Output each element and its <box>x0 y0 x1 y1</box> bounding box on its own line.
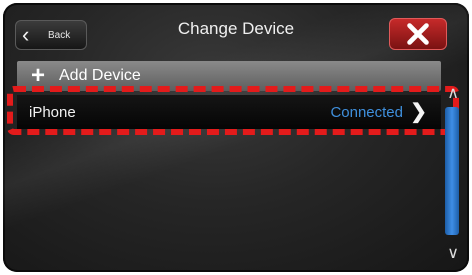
scrollbar[interactable] <box>445 107 459 235</box>
close-icon <box>407 23 429 45</box>
add-device-label: Add Device <box>59 67 141 84</box>
top-bar: ‹ Back Change Device <box>3 3 469 53</box>
close-button[interactable] <box>389 18 447 50</box>
chevron-down-icon[interactable]: ∨ <box>447 243 459 263</box>
chevron-up-icon[interactable]: ∧ <box>447 83 459 103</box>
change-device-screen: ‹ Back Change Device + Add Device iPhone… <box>3 3 469 272</box>
highlight-box <box>7 86 459 135</box>
